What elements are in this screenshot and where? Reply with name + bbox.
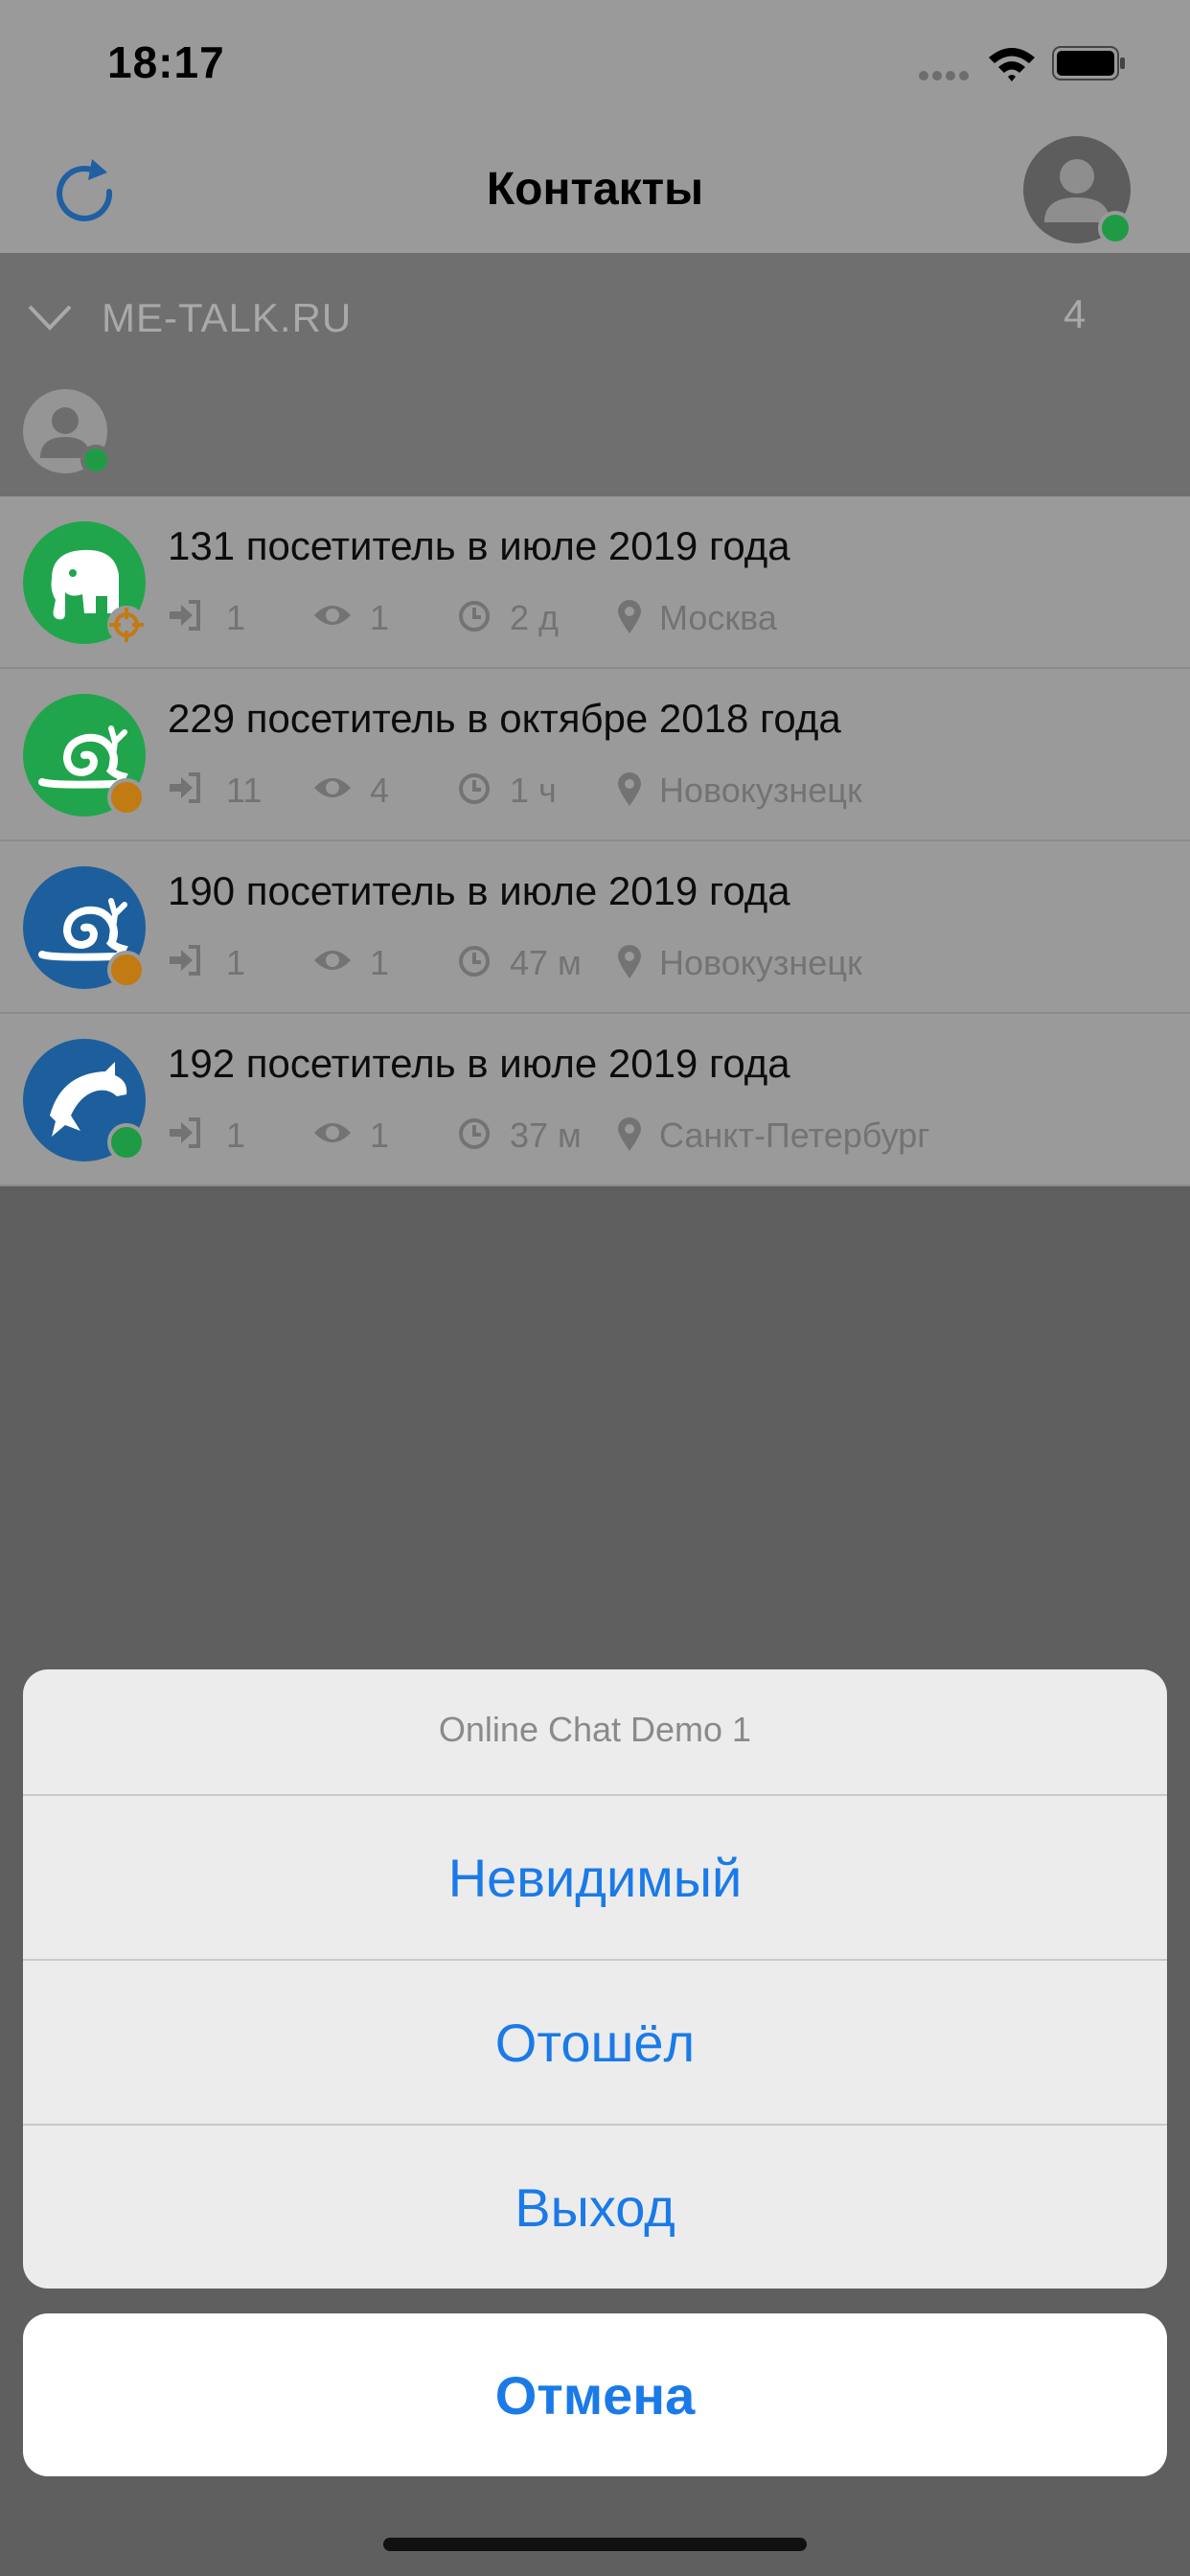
operator-avatar[interactable] <box>21 387 111 475</box>
contact-time: 1 ч <box>510 770 557 810</box>
contact-location: Москва <box>659 598 777 637</box>
cancel-button[interactable]: Отмена <box>23 2313 1167 2476</box>
contact-views: 4 <box>370 770 390 810</box>
chevron-down-icon[interactable] <box>27 303 73 334</box>
contact-location: Новокузнецк <box>659 770 862 810</box>
status-time: 18:17 <box>107 37 225 87</box>
contact-time: 37 м <box>510 1116 582 1155</box>
contact-logins: 1 <box>226 943 246 982</box>
clock-icon <box>459 601 490 632</box>
clock-icon <box>459 1118 490 1149</box>
contact-row[interactable]: 131 посетитель в июле 2019 года 1 1 2 д … <box>0 496 1190 669</box>
contact-row[interactable]: 190 посетитель в июле 2019 года 1 1 47 м… <box>0 841 1190 1014</box>
map-pin-icon <box>618 945 641 978</box>
eye-icon <box>314 1123 351 1142</box>
eye-icon <box>314 778 351 797</box>
crosshair-status-icon <box>107 606 146 644</box>
eye-icon <box>314 606 351 625</box>
login-icon <box>170 945 200 976</box>
map-pin-icon <box>618 600 641 633</box>
contact-views: 1 <box>370 598 390 637</box>
clock-icon <box>459 773 490 804</box>
battery-icon <box>1052 46 1125 80</box>
invisible-status-button[interactable]: Невидимый <box>23 1796 1167 1959</box>
group-count: 4 <box>1064 291 1087 336</box>
away-status-button[interactable]: Отошёл <box>23 1961 1167 2124</box>
contact-title: 192 посетитель в июле 2019 года <box>168 1041 790 1086</box>
map-pin-icon <box>618 1117 641 1151</box>
contact-views: 1 <box>370 943 390 982</box>
home-indicator[interactable] <box>383 2538 807 2551</box>
contact-location: Новокузнецк <box>659 943 862 982</box>
contact-views: 1 <box>370 1116 390 1155</box>
away-status-dot <box>107 778 146 816</box>
action-sheet: Online Chat Demo 1 Невидимый Отошёл Выхо… <box>23 1669 1167 2288</box>
login-icon <box>170 1117 200 1148</box>
contact-title: 190 посетитель в июле 2019 года <box>168 868 790 913</box>
contact-logins: 11 <box>226 770 263 810</box>
login-icon <box>170 772 200 803</box>
action-sheet-title: Online Chat Demo 1 <box>438 1710 752 1749</box>
page-title: Контакты <box>486 164 704 215</box>
online-status-dot <box>80 445 111 475</box>
away-status-dot <box>107 951 146 989</box>
online-status-dot <box>107 1123 146 1162</box>
logout-button[interactable]: Выход <box>23 2126 1167 2288</box>
clock-icon <box>459 946 490 977</box>
map-pin-icon <box>618 772 641 806</box>
contact-time: 47 м <box>510 943 582 982</box>
contact-location: Санкт-Петербург <box>659 1116 930 1155</box>
wifi-icon <box>989 48 1035 81</box>
group-section <box>0 253 1190 496</box>
contact-row[interactable]: 192 посетитель в июле 2019 года 1 1 37 м… <box>0 1014 1190 1186</box>
group-name[interactable]: ME-TALK.RU <box>102 295 352 341</box>
contact-logins: 1 <box>226 1116 246 1155</box>
cellular-signal-icon <box>919 71 969 80</box>
contact-title: 229 посетитель в октябре 2018 года <box>168 696 841 741</box>
contact-time: 2 д <box>510 598 560 637</box>
profile-avatar-button[interactable] <box>1021 134 1133 245</box>
online-status-dot <box>1098 211 1133 245</box>
contact-row[interactable]: 229 посетитель в октябре 2018 года 11 4 … <box>0 669 1190 841</box>
eye-icon <box>314 951 351 970</box>
login-icon <box>170 600 200 631</box>
contact-logins: 1 <box>226 598 246 637</box>
contact-title: 131 посетитель в июле 2019 года <box>168 523 790 568</box>
